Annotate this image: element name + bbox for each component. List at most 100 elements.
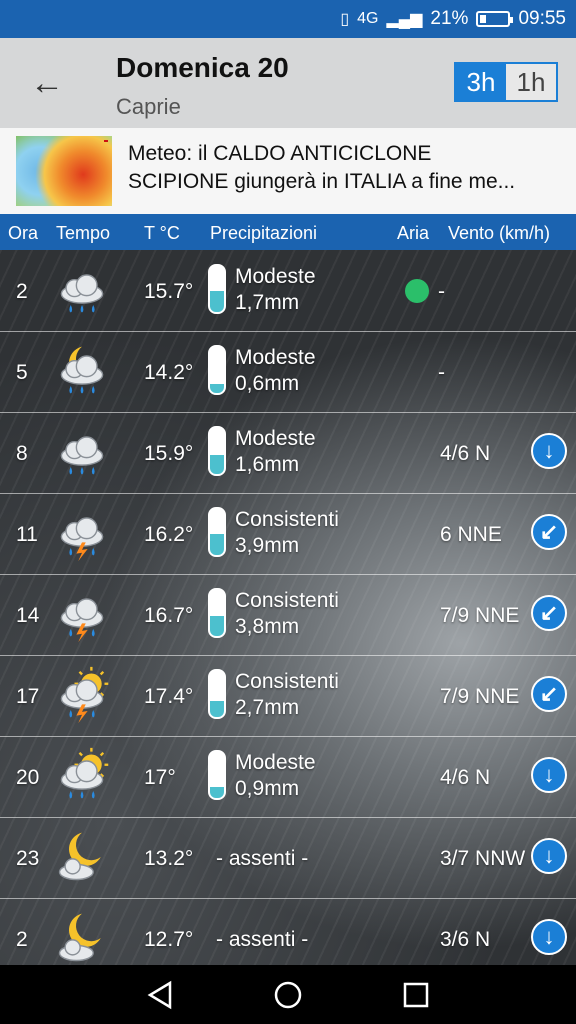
row-temperature: 12.7° bbox=[144, 928, 194, 951]
row-hour: 2 bbox=[16, 280, 28, 303]
wind-direction-icon: ↓ bbox=[531, 757, 567, 793]
recents-nav-icon[interactable] bbox=[400, 979, 432, 1011]
row-hour: 5 bbox=[16, 361, 28, 384]
col-aria: Aria bbox=[397, 223, 430, 243]
wind-value: 7/9 NNE bbox=[440, 685, 520, 708]
row-hour: 20 bbox=[16, 766, 40, 789]
precip-amount: 1,6mm bbox=[235, 453, 300, 476]
news-thumbnail bbox=[16, 136, 112, 206]
moon-rain-cloud-icon bbox=[52, 341, 112, 401]
wind-direction-icon: ↙ bbox=[531, 595, 567, 631]
forecast-row[interactable]: 14 16.7° Consistenti 3,8mm 7/9 NNE ↙ bbox=[0, 574, 576, 656]
row-temperature: 16.7° bbox=[144, 604, 194, 627]
row-temperature: 15.9° bbox=[144, 442, 194, 465]
news-headline-line1: Meteo: il CALDO ANTICICLONE bbox=[128, 142, 432, 165]
wind-direction-icon: ↙ bbox=[531, 676, 567, 712]
precip-text: Modeste 1,6mm bbox=[235, 426, 316, 478]
forecast-row[interactable]: 8 15.9° Modeste 1,6mm 4/6 N ↓ bbox=[0, 412, 576, 494]
page-title: Domenica 20 bbox=[116, 52, 289, 83]
col-temp: T °C bbox=[144, 223, 180, 243]
col-ora: Ora bbox=[8, 223, 39, 243]
toggle-1h[interactable]: 1h bbox=[506, 64, 556, 100]
sun-rain-cloud-icon bbox=[52, 746, 112, 806]
row-temperature: 17.4° bbox=[144, 685, 194, 708]
home-nav-icon[interactable] bbox=[272, 979, 304, 1011]
row-hour: 2 bbox=[16, 928, 28, 951]
precip-text: Consistenti 2,7mm bbox=[235, 669, 339, 721]
precip-amount: 0,6mm bbox=[235, 372, 300, 395]
wind-direction-icon: ↓ bbox=[531, 838, 567, 874]
precip-label: Modeste bbox=[235, 427, 316, 450]
wind-value: 4/6 N bbox=[440, 766, 491, 789]
column-header: Ora Tempo T °C Precipitazioni Aria Vento… bbox=[0, 214, 576, 250]
network-type: 4G bbox=[357, 10, 379, 27]
forecast-row[interactable]: 17 17.4° Consistenti 2,7mm 7/9 NNE ↙ bbox=[0, 655, 576, 737]
precip-text: Consistenti 3,8mm bbox=[235, 588, 339, 640]
col-vento: Vento (km/h) bbox=[448, 223, 551, 243]
precip-text: Modeste 0,9mm bbox=[235, 750, 316, 802]
row-temperature: 14.2° bbox=[144, 361, 194, 384]
wind-value: 4/6 N bbox=[440, 442, 491, 465]
precip-label: - assenti - bbox=[216, 847, 309, 870]
precip-amount: 3,8mm bbox=[235, 615, 300, 638]
precip-label: Consistenti bbox=[235, 589, 339, 612]
row-hour: 23 bbox=[16, 847, 40, 870]
precip-label: - assenti - bbox=[216, 928, 309, 951]
rain-cloud-icon bbox=[52, 422, 112, 482]
moon-cloud-icon bbox=[52, 908, 112, 968]
forecast-row[interactable]: 5 14.2° Modeste 0,6mm - bbox=[0, 331, 576, 413]
battery-icon bbox=[476, 11, 514, 27]
precip-gauge-icon bbox=[208, 264, 232, 314]
back-arrow-icon[interactable]: ← bbox=[30, 64, 64, 103]
precip-label: Consistenti bbox=[235, 670, 339, 693]
app-header: ← Domenica 20 Caprie 3h 1h bbox=[0, 38, 576, 128]
precip-gauge-icon bbox=[208, 426, 232, 476]
forecast-row[interactable]: 23 13.2° - assenti - 3/7 NNW ↓ bbox=[0, 817, 576, 899]
forecast-list: 2 15.7° Modeste 1,7mm - 5 14.2° Modeste 0,6mm - 8 1… bbox=[0, 250, 576, 980]
forecast-row[interactable]: 11 16.2° Consistenti 3,9mm 6 NNE ↙ bbox=[0, 493, 576, 575]
precip-gauge-icon bbox=[208, 588, 232, 638]
col-precipitazioni: Precipitazioni bbox=[210, 223, 318, 243]
precip-label: Modeste bbox=[235, 751, 316, 774]
status-bar: ▯ 4G ▂▄▆ 21% 09:55 bbox=[0, 0, 576, 38]
forecast-row[interactable]: 2 15.7° Modeste 1,7mm - bbox=[0, 250, 576, 332]
news-banner[interactable]: Meteo: il CALDO ANTICICLONE SCIPIONE giu… bbox=[0, 128, 576, 214]
precip-label: Consistenti bbox=[235, 508, 339, 531]
wind-value: 3/7 NNW bbox=[440, 847, 526, 870]
battery-percent: 21% bbox=[430, 8, 469, 29]
signal-icon: ▂▄▆ bbox=[386, 11, 423, 28]
wind-value: 3/6 N bbox=[440, 928, 491, 951]
wind-value: - bbox=[438, 280, 445, 303]
row-hour: 11 bbox=[16, 523, 38, 546]
wind-value: 7/9 NNE bbox=[440, 604, 520, 627]
sun-thunder-cloud-icon bbox=[52, 665, 112, 725]
rain-cloud-icon bbox=[52, 260, 112, 320]
precip-amount: 1,7mm bbox=[235, 291, 300, 314]
thunder-cloud-icon bbox=[52, 584, 112, 644]
clock: 09:55 bbox=[518, 8, 566, 29]
wind-direction-icon: ↓ bbox=[531, 433, 567, 469]
forecast-row[interactable]: 20 17° Modeste 0,9mm 4/6 N ↓ bbox=[0, 736, 576, 818]
row-temperature: 17° bbox=[144, 766, 176, 789]
precip-text: Consistenti 3,9mm bbox=[235, 507, 339, 559]
wind-value: 6 NNE bbox=[440, 523, 502, 546]
precip-gauge-icon bbox=[208, 507, 232, 557]
thumbnail-badge bbox=[104, 140, 108, 142]
precip-label: Modeste bbox=[235, 265, 316, 288]
row-hour: 14 bbox=[16, 604, 40, 627]
back-nav-icon[interactable] bbox=[144, 979, 176, 1011]
precip-label: Modeste bbox=[235, 346, 316, 369]
row-hour: 8 bbox=[16, 442, 28, 465]
precip-amount: 0,9mm bbox=[235, 777, 300, 800]
thunder-cloud-icon bbox=[52, 503, 112, 563]
air-quality-good-icon bbox=[405, 279, 429, 303]
wind-direction-icon: ↙ bbox=[531, 514, 567, 550]
precip-gauge-icon bbox=[208, 345, 232, 395]
precip-amount: 2,7mm bbox=[235, 696, 300, 719]
precip-text: Modeste 1,7mm bbox=[235, 264, 316, 316]
vibrate-icon: ▯ bbox=[340, 11, 350, 28]
col-tempo: Tempo bbox=[56, 223, 111, 243]
precip-gauge-icon bbox=[208, 750, 232, 800]
toggle-3h[interactable]: 3h bbox=[456, 64, 506, 100]
interval-toggle: 3h 1h bbox=[454, 62, 558, 102]
